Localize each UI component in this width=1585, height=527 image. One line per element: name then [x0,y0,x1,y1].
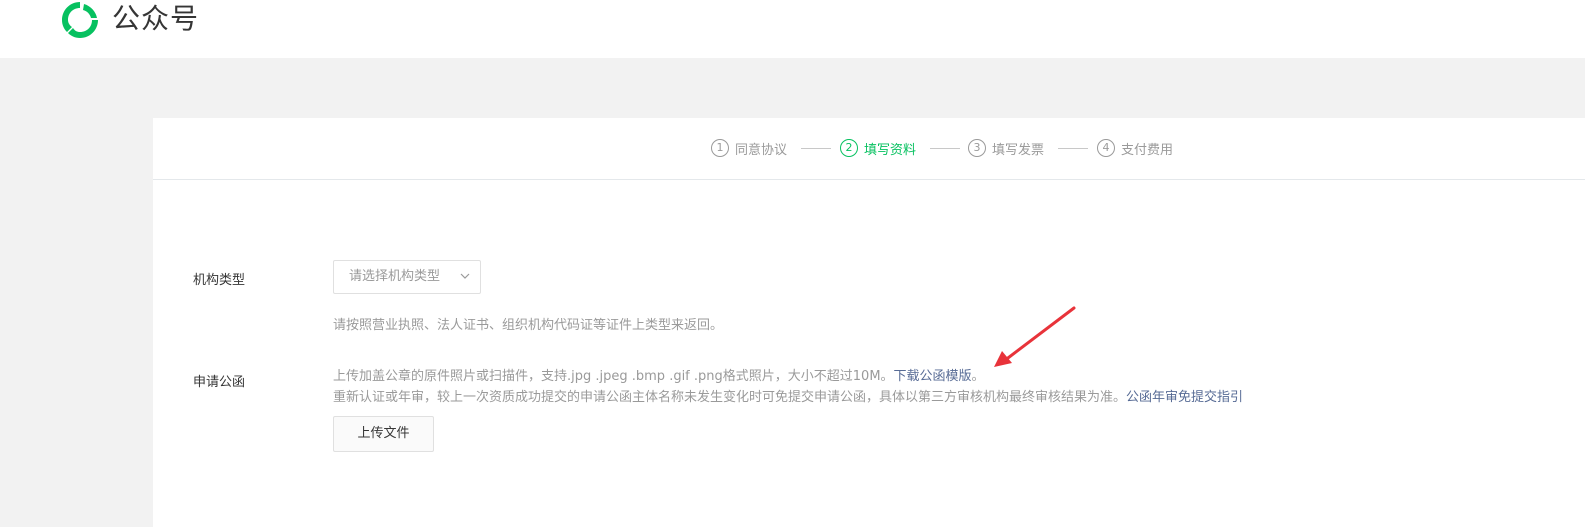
step-number: 2 [840,139,858,157]
step-connector [930,148,960,149]
org-type-select[interactable]: 请选择机构类型 [333,260,481,294]
upload-file-button[interactable]: 上传文件 [333,416,434,452]
letter-hint-text: 上传加盖公章的原件照片或扫描件，支持.jpg .jpeg .bmp .gif .… [333,369,894,384]
step-agree: 1 同意协议 [711,138,787,158]
org-type-placeholder: 请选择机构类型 [349,269,441,284]
org-type-hint: 请按照营业执照、法人证书、组织机构代码证等证件上类型来返回。 [333,318,724,333]
letter-hint-end: 。 [971,369,985,384]
main-panel: 1 同意协议 2 填写资料 3 填写发票 4 支付费用 机构类型 请选择机构类型… [153,118,1585,527]
step-label: 填写发票 [992,142,1045,158]
brand-title: 公众号 [112,2,200,35]
step-label: 同意协议 [735,142,788,158]
step-label: 填写资料 [864,142,917,158]
letter-exempt-text: 重新认证或年审，较上一次资质成功提交的申请公函主体名称未发生变化时可免提交申请公… [333,390,1127,405]
step-connector [1058,148,1088,149]
step-invoice: 3 填写发票 [968,138,1044,158]
download-template-link[interactable]: 下载公函模版 [894,369,972,384]
top-header: 公众号 [0,0,1585,58]
annotation-arrow-icon [994,306,1076,367]
letter-hint-line1: 上传加盖公章的原件照片或扫描件，支持.jpg .jpeg .bmp .gif .… [333,365,985,384]
step-label: 支付费用 [1121,142,1174,158]
step-connector [801,148,831,149]
step-fill-info: 2 填写资料 [840,138,916,158]
step-number: 3 [968,139,986,157]
exempt-guide-link[interactable]: 公函年审免提交指引 [1126,390,1243,405]
step-number: 1 [711,139,729,157]
step-progress: 1 同意协议 2 填写资料 3 填写发票 4 支付费用 [153,118,1585,180]
letter-hint-line2: 重新认证或年审，较上一次资质成功提交的申请公函主体名称未发生变化时可免提交申请公… [333,386,1243,405]
step-number: 4 [1097,139,1115,157]
wechat-official-logo-icon[interactable] [58,0,102,40]
letter-label: 申请公函 [193,375,246,390]
chevron-down-icon [460,273,470,279]
step-payment: 4 支付费用 [1097,138,1173,158]
org-type-label: 机构类型 [193,273,246,288]
